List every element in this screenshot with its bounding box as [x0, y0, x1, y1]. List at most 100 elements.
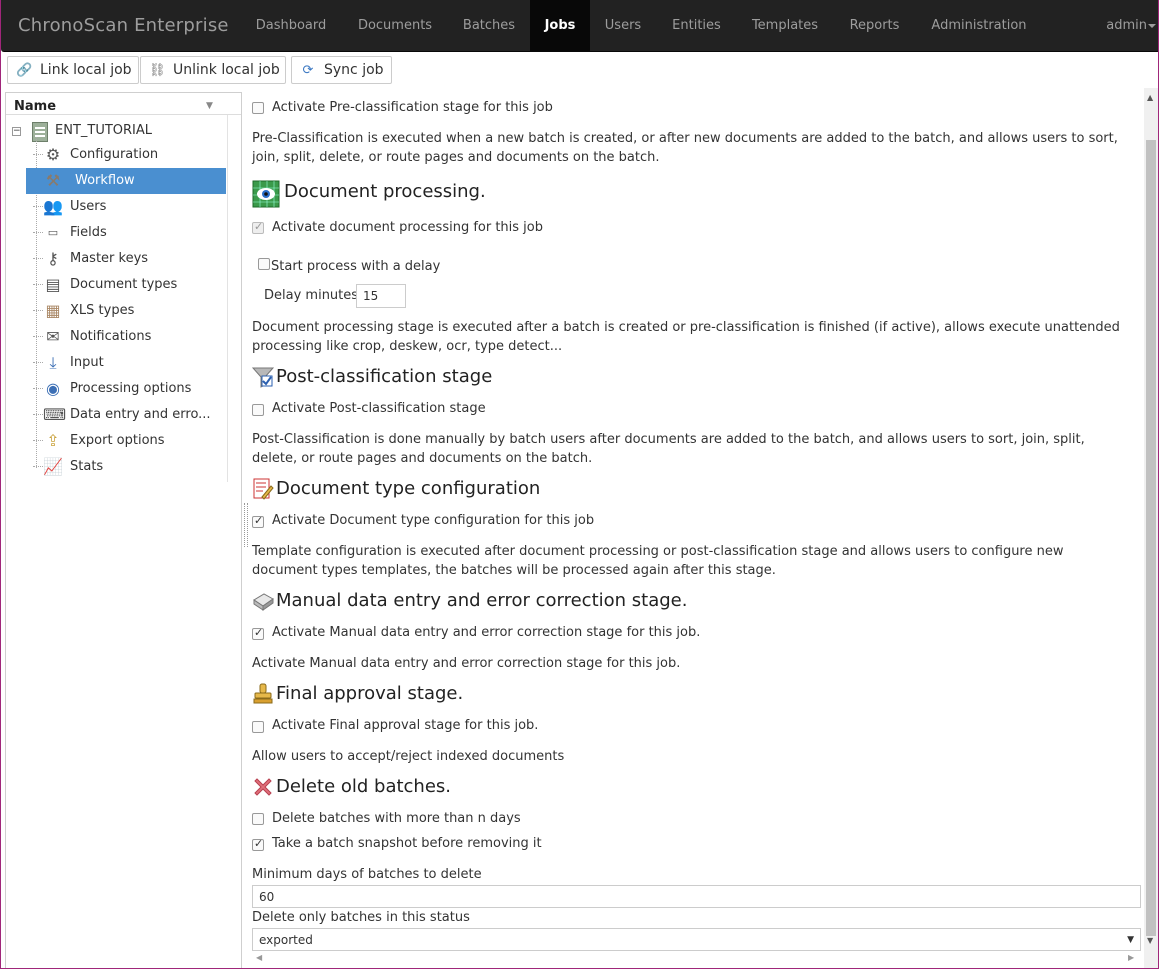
docproc-checkbox-label: Activate document processing for this jo…: [272, 220, 544, 235]
tree-column-header[interactable]: Name ▼: [6, 93, 241, 115]
delay-checkbox[interactable]: [258, 258, 270, 270]
sync-job-button[interactable]: ⟳ Sync job: [291, 56, 392, 84]
scroll-up-icon[interactable]: ▲: [1147, 93, 1153, 102]
unlink-local-job-label: Unlink local job: [173, 62, 280, 78]
tree-item-label: Input: [70, 355, 104, 370]
tree-item-export-options[interactable]: ⇪ Export options: [21, 428, 221, 454]
delete-batches-title: Delete old batches.: [276, 776, 452, 797]
tree-item-stats[interactable]: 📈 Stats: [21, 454, 221, 480]
top-navbar: ChronoScan Enterprise Dashboard Document…: [1, 0, 1158, 52]
delay-minutes-label: Delay minutes: [264, 288, 359, 303]
scroll-down-icon[interactable]: ▼: [1147, 936, 1153, 945]
vertical-scrollbar[interactable]: ▲ ▼: [1144, 88, 1158, 968]
funnel-check-icon: [252, 367, 274, 388]
tree-column-divider: [227, 115, 228, 482]
tree-item-master-keys[interactable]: ⚷ Master keys: [21, 246, 221, 272]
delete-x-icon: [254, 778, 272, 796]
tree-item-users[interactable]: 👥 Users: [21, 194, 221, 220]
nav-batches[interactable]: Batches: [449, 0, 529, 52]
scroll-right-icon[interactable]: ▶: [1128, 953, 1134, 962]
tree-item-label: Users: [70, 199, 107, 214]
tree-item-xls-types[interactable]: ▦ XLS types: [21, 298, 221, 324]
tree-item-notifications[interactable]: ✉ Notifications: [21, 324, 221, 350]
document-edit-icon: [253, 478, 274, 500]
document-processing-title: Document processing.: [284, 181, 486, 202]
min-days-input[interactable]: 60: [252, 885, 1141, 908]
download-tray-icon: ⤓: [49, 353, 57, 372]
nav-dashboard[interactable]: Dashboard: [241, 0, 341, 52]
nav-documents[interactable]: Documents: [344, 0, 446, 52]
user-menu[interactable]: admin: [1106, 0, 1156, 52]
splitter-grip[interactable]: [244, 503, 248, 547]
tree-item-workflow[interactable]: ⚒ Workflow: [26, 168, 226, 194]
tree-item-label: Configuration: [70, 147, 159, 162]
approval-title: Final approval stage.: [276, 683, 464, 704]
keyboard-icon: ⌨: [43, 405, 67, 424]
dropdown-arrow-icon: ▼: [1127, 935, 1134, 945]
docproc-description: Document processing stage is executed af…: [252, 320, 1120, 354]
processing-eye-icon: ◉: [46, 379, 60, 398]
snapshot-checkbox[interactable]: [252, 837, 264, 851]
link-local-job-button[interactable]: 🔗 Link local job: [7, 56, 139, 84]
tree-item-input[interactable]: ⤓ Input: [21, 350, 221, 376]
delete-batches-checkbox[interactable]: [252, 813, 264, 825]
postclass-checkbox[interactable]: [252, 404, 264, 416]
horizontal-scrollbar[interactable]: ◀ ▶: [252, 953, 1141, 965]
nav-templates[interactable]: Templates: [741, 0, 829, 52]
job-database-icon: [32, 122, 48, 142]
field-icon: ▭: [47, 226, 59, 239]
nav-entities[interactable]: Entities: [659, 0, 734, 52]
doctype-checkbox[interactable]: [252, 514, 264, 528]
delay-minutes-input[interactable]: 15: [356, 284, 406, 308]
nav-reports[interactable]: Reports: [837, 0, 912, 52]
user-name: admin: [1106, 18, 1147, 33]
nav-users[interactable]: Users: [593, 0, 653, 52]
preclass-checkbox[interactable]: [252, 102, 264, 114]
unlink-icon: ⛓: [149, 63, 166, 78]
min-days-label: Minimum days of batches to delete: [252, 867, 482, 882]
sync-icon: ⟳: [302, 63, 314, 78]
tree-item-label: Master keys: [70, 251, 149, 266]
approval-checkbox[interactable]: [252, 721, 264, 733]
tree-item-label: Notifications: [70, 329, 152, 344]
doctype-description: Template configuration is executed after…: [252, 544, 1064, 578]
chart-icon: 📈: [43, 457, 63, 476]
link-local-job-label: Link local job: [40, 62, 132, 78]
scroll-left-icon[interactable]: ◀: [256, 953, 262, 962]
delete-batches-checkbox-label: Delete batches with more than n days: [272, 811, 521, 826]
tree-item-label: Document types: [70, 277, 178, 292]
doctype-title: Document type configuration: [276, 478, 541, 499]
delay-checkbox-label: Start process with a delay: [271, 259, 441, 274]
collapse-icon[interactable]: −: [12, 127, 21, 136]
docproc-checkbox[interactable]: [252, 220, 264, 234]
postclass-description: Post-Classification is done manually by …: [252, 432, 1085, 466]
postclass-title: Post-classification stage: [276, 366, 493, 387]
app-brand[interactable]: ChronoScan Enterprise: [18, 15, 229, 36]
status-select[interactable]: exported ▼: [252, 928, 1141, 951]
tree-item-data-entry[interactable]: ⌨ Data entry and erro...: [21, 402, 221, 428]
unlink-local-job-button[interactable]: ⛓ Unlink local job: [140, 56, 286, 84]
tree-item-configuration[interactable]: ⚙ Configuration: [21, 142, 221, 168]
manual-entry-checkbox[interactable]: [252, 626, 264, 640]
postclass-checkbox-label: Activate Post-classification stage: [272, 401, 486, 416]
tree-item-fields[interactable]: ▭ Fields: [21, 220, 221, 246]
preclass-description: Pre-Classification is executed when a ne…: [252, 131, 1118, 165]
key-icon: ⚷: [47, 249, 59, 268]
tree-item-label: Data entry and erro...: [70, 407, 211, 422]
users-icon: 👥: [43, 197, 63, 216]
tree-item-document-types[interactable]: ▤ Document types: [21, 272, 221, 298]
spreadsheet-icon: ▦: [45, 301, 61, 320]
export-icon: ⇪: [46, 431, 60, 450]
tree-header-label: Name: [14, 99, 57, 114]
tree-item-label: Stats: [70, 459, 104, 474]
keyboard-key-icon: [253, 593, 274, 611]
sync-job-label: Sync job: [324, 62, 384, 78]
status-select-value: exported: [259, 933, 313, 947]
scrollbar-thumb[interactable]: [1146, 140, 1156, 936]
link-icon: 🔗: [16, 63, 33, 78]
approval-checkbox-label: Activate Final approval stage for this j…: [272, 718, 539, 733]
nav-jobs[interactable]: Jobs: [530, 0, 590, 52]
workflow-icon: ⚒: [45, 171, 61, 190]
tree-item-processing-options[interactable]: ◉ Processing options: [21, 376, 221, 402]
nav-administration[interactable]: Administration: [919, 0, 1039, 52]
